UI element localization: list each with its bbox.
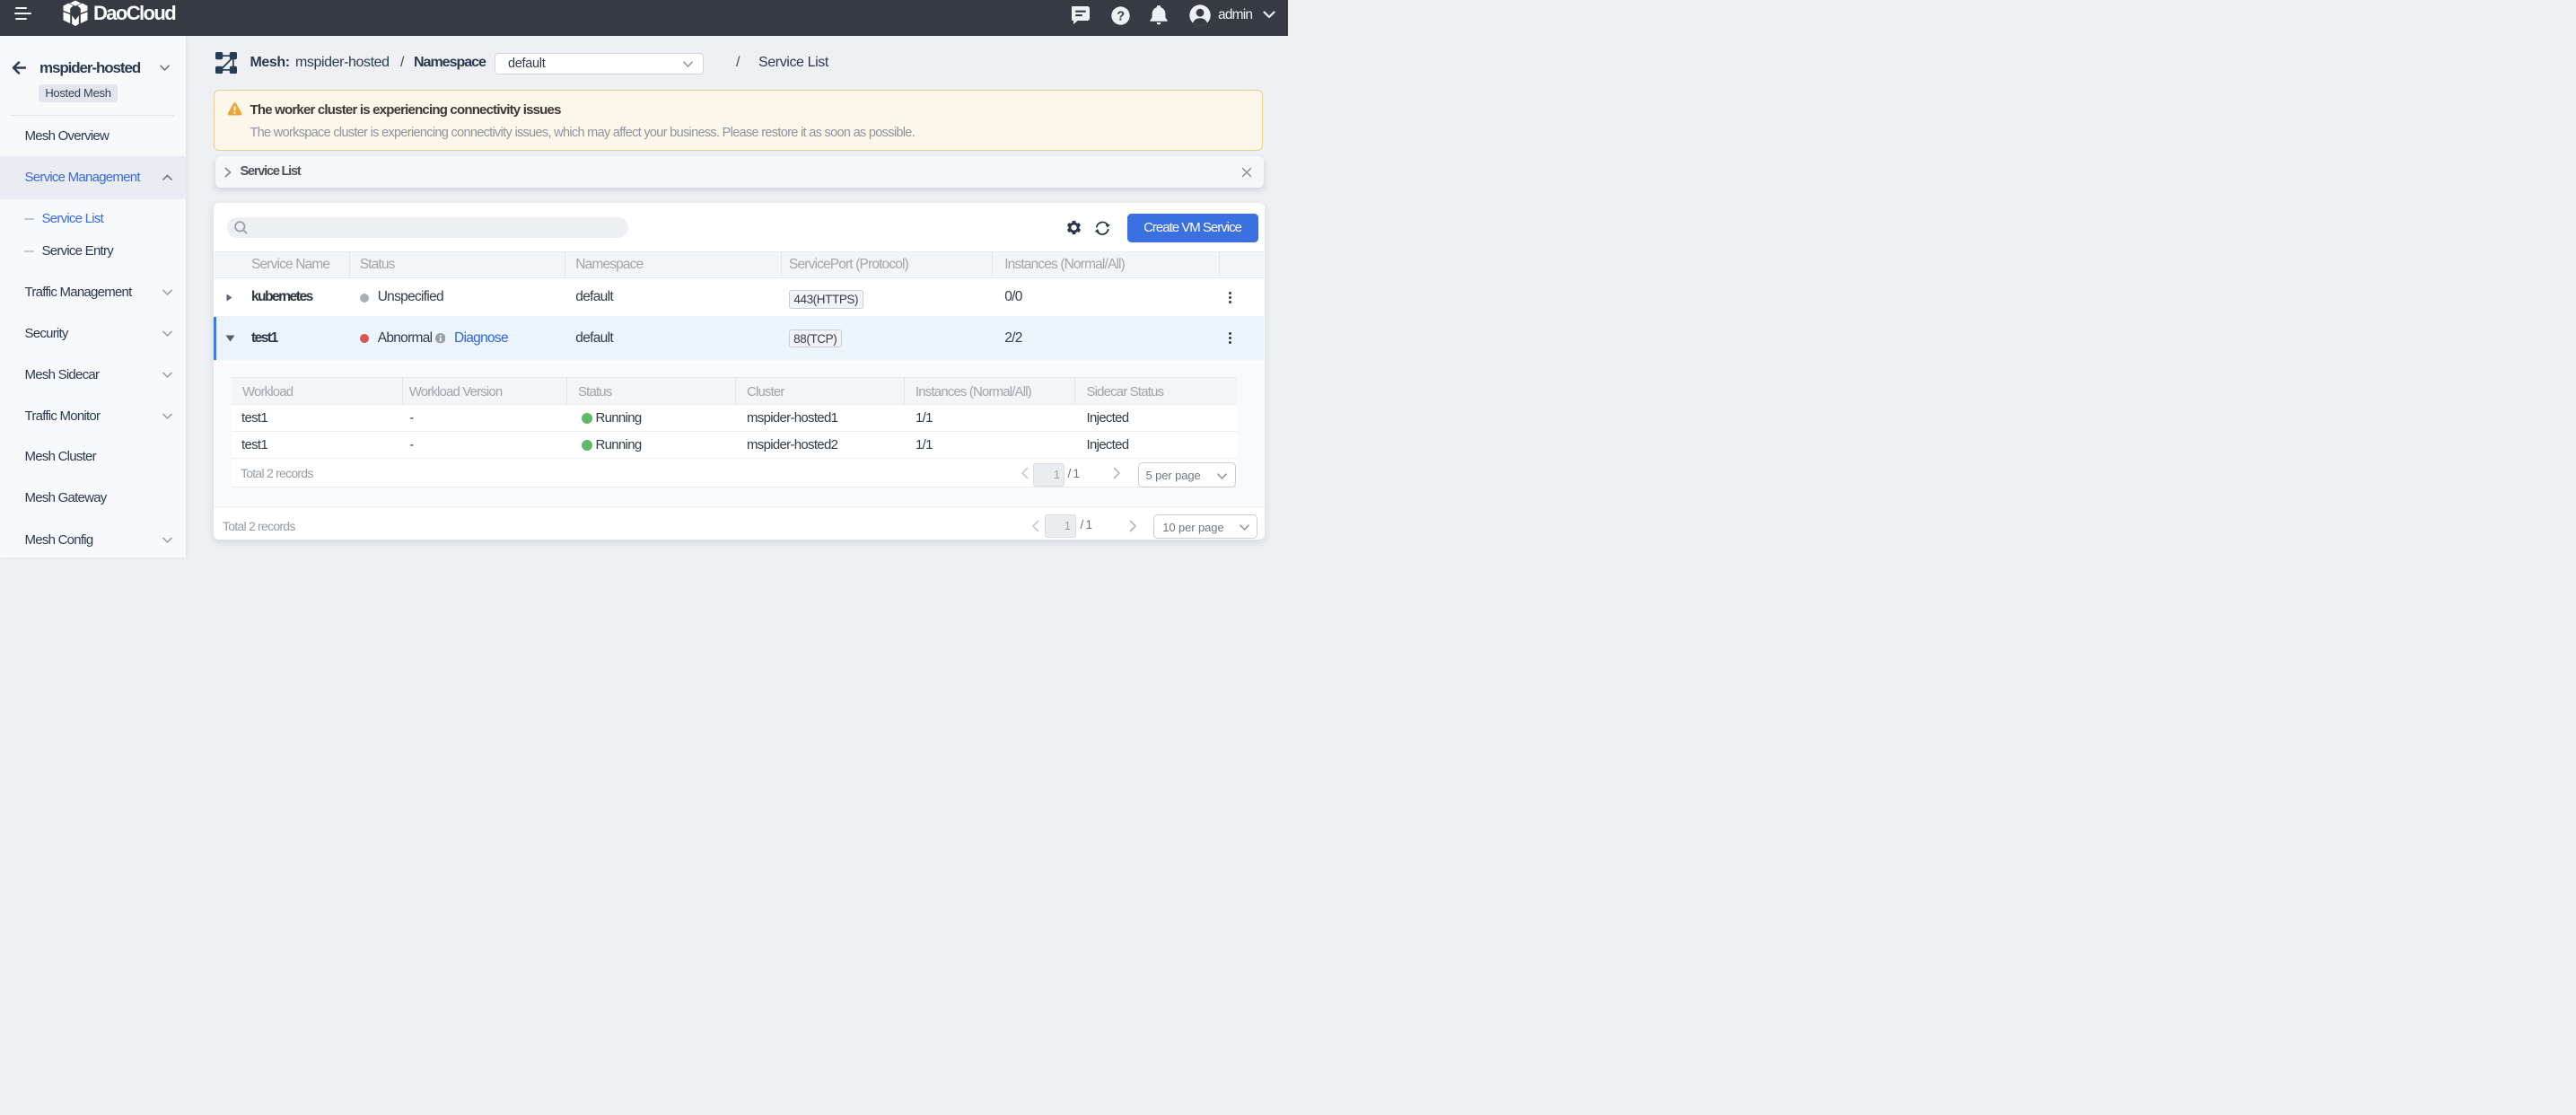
svg-text:?: ? [1117,9,1125,23]
